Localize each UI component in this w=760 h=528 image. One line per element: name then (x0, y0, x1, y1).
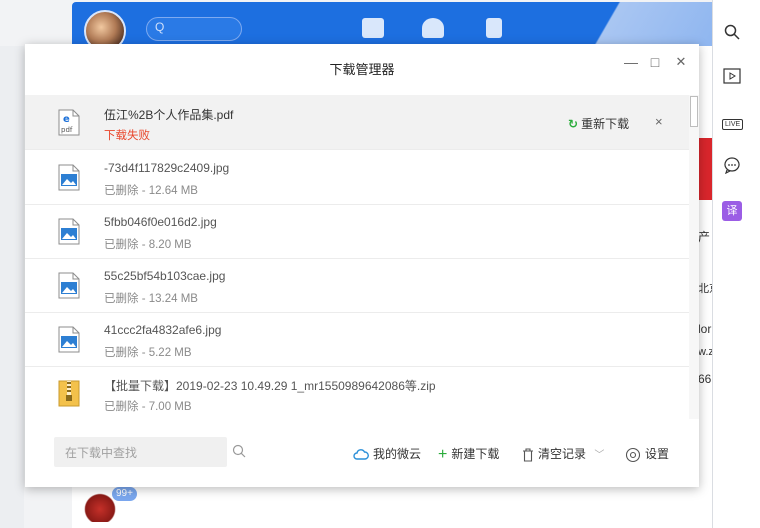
clear-records-label: 清空记录 (538, 447, 587, 461)
message-nav-icon[interactable] (362, 18, 384, 38)
redownload-button[interactable]: ↻ 重新下载 (568, 115, 629, 132)
search-icon[interactable] (232, 444, 246, 458)
pdf-file-icon: e pdf (58, 109, 80, 136)
file-name: 伍江%2B个人作品集.pdf (104, 108, 234, 122)
file-name: 5fbb046f0e016d2.jpg (104, 215, 217, 229)
dialog-title: 下载管理器 (329, 62, 395, 77)
download-status: 已删除 - 5.22 MB (104, 347, 192, 359)
background-red-banner (697, 138, 713, 200)
weiyun-button[interactable]: 我的微云 (353, 445, 421, 462)
background-header-decoration (555, 2, 712, 46)
download-manager-dialog: 下载管理器 — □ ✕ e pdf 伍江%2B个人作品集.pdf 下载失败 ↻ 重… (25, 44, 699, 487)
new-download-button[interactable]: + 新建下载 (438, 445, 499, 464)
download-status: 已删除 - 8.20 MB (104, 239, 192, 251)
download-search-input[interactable] (63, 437, 197, 469)
gear-icon (625, 447, 641, 462)
image-file-icon (58, 272, 80, 299)
background-left-strip (0, 46, 24, 528)
chat-icon[interactable] (722, 156, 742, 176)
clear-records-button[interactable]: 清空记录 ﹀ (522, 445, 604, 462)
background-search-bar[interactable]: Q (146, 17, 242, 41)
file-name: 55c25bf54b103cae.jpg (104, 269, 226, 283)
contacts-nav-icon[interactable] (422, 18, 444, 38)
video-icon[interactable] (722, 68, 742, 88)
scrollbar-thumb[interactable] (690, 96, 698, 127)
plus-icon: + (438, 445, 448, 463)
download-status: 已删除 - 7.00 MB (104, 401, 192, 413)
close-button[interactable]: ✕ (671, 52, 691, 72)
image-file-icon (58, 326, 80, 353)
chevron-down-icon[interactable]: ﹀ (594, 450, 604, 461)
download-row[interactable]: 55c25bf54b103cae.jpg 已删除 - 13.24 MB (25, 258, 689, 313)
file-name: 41ccc2fa4832afe6.jpg (104, 323, 222, 337)
settings-label: 设置 (645, 447, 670, 461)
maximize-button[interactable]: □ (645, 52, 665, 72)
image-file-icon (58, 164, 80, 191)
download-row[interactable]: 41ccc2fa4832afe6.jpg 已删除 - 5.22 MB (25, 312, 689, 367)
download-status: 已删除 - 13.24 MB (104, 293, 198, 305)
svg-text:e: e (63, 114, 70, 125)
background-text-fragment: 66 (698, 372, 712, 386)
trash-icon (523, 448, 533, 462)
image-file-icon (58, 218, 80, 245)
refresh-icon: ↻ (568, 117, 579, 131)
zip-file-icon (58, 380, 80, 407)
background-bottom-bar (72, 487, 604, 528)
scrollbar-track[interactable] (689, 95, 699, 419)
cloud-icon (353, 448, 369, 460)
live-icon[interactable]: LIVE (722, 112, 744, 132)
docs-nav-icon[interactable] (486, 18, 502, 38)
background-text-fragment: lor (698, 322, 712, 336)
download-status: 下载失败 (104, 130, 150, 142)
unread-count-badge: 99+ (112, 487, 137, 501)
live-label: LIVE (722, 119, 744, 130)
download-row[interactable]: 【批量下载】2019-02-23 10.49.29 1_mr1550989642… (25, 366, 689, 419)
remove-row-button[interactable]: × (655, 114, 663, 129)
dialog-footer: 我的微云 +新建下载 清空记录 ﹀ 设置 (25, 419, 699, 487)
background-search-glyph: Q (155, 20, 165, 34)
download-search-box[interactable] (54, 437, 246, 469)
download-row[interactable]: -73d4f117829c2409.jpg 已删除 - 12.64 MB (25, 150, 689, 205)
background-text-fragment: 产 (698, 230, 711, 244)
redownload-label: 重新下载 (581, 117, 630, 131)
weiyun-label: 我的微云 (373, 447, 422, 461)
download-list: e pdf 伍江%2B个人作品集.pdf 下载失败 ↻ 重新下载 × -73d4f… (25, 95, 689, 419)
search-icon[interactable] (722, 24, 742, 44)
translate-icon[interactable]: 译 (722, 201, 742, 221)
download-status: 已删除 - 12.64 MB (104, 185, 198, 197)
download-row[interactable]: e pdf 伍江%2B个人作品集.pdf 下载失败 ↻ 重新下载 × (25, 95, 689, 150)
pdf-file-label: pdf (61, 126, 73, 134)
minimize-button[interactable]: — (621, 52, 641, 72)
download-row[interactable]: 5fbb046f0e016d2.jpg 已删除 - 8.20 MB (25, 204, 689, 259)
file-name: -73d4f117829c2409.jpg (104, 161, 230, 175)
settings-button[interactable]: 设置 (625, 445, 669, 463)
new-download-label: 新建下载 (451, 447, 500, 461)
file-name: 【批量下载】2019-02-23 10.49.29 1_mr1550989642… (104, 379, 436, 393)
